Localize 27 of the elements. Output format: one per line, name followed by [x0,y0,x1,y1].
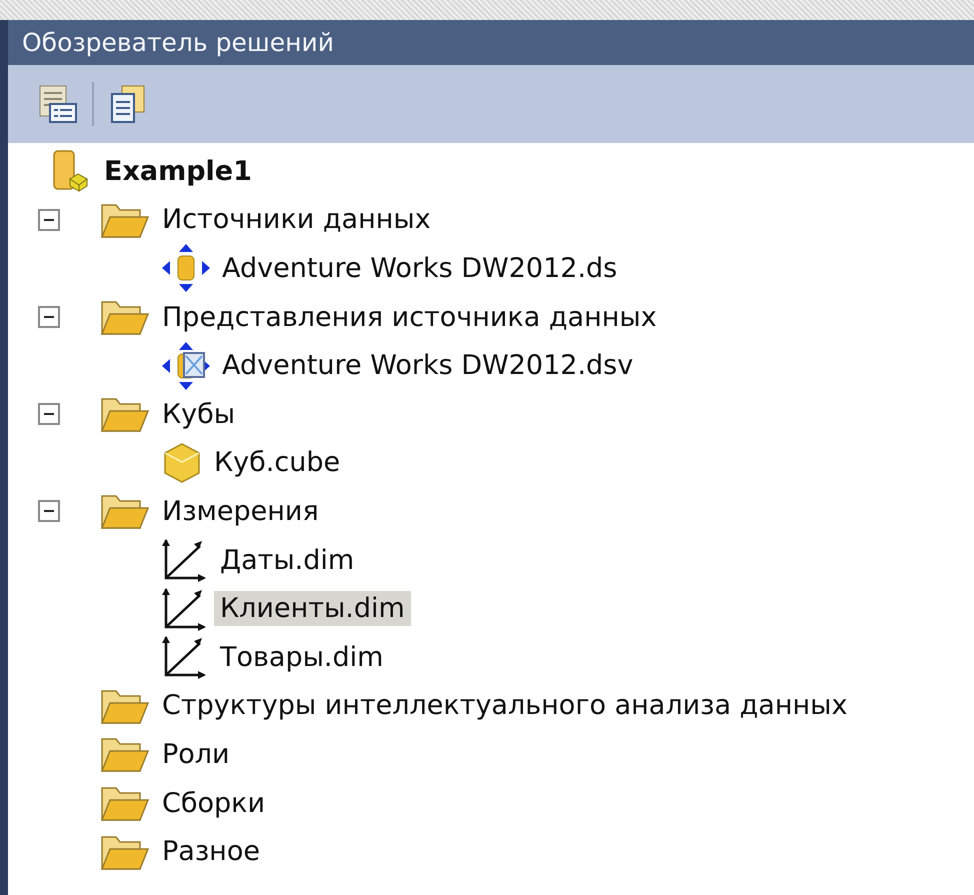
tree-item[interactable]: Кубы [156,396,242,432]
properties-icon [38,84,78,124]
axes-icon [162,538,208,582]
tree-item[interactable]: Example1 [98,154,258,189]
tree-item[interactable]: Adventure Works DW2012.dsv [216,348,640,384]
tree-item[interactable]: Adventure Works DW2012.ds [216,250,624,286]
collapse-toggle[interactable] [38,306,60,328]
data-view-icon [162,342,210,390]
axes-icon [162,635,208,680]
tree-item[interactable]: Даты.dim [214,542,360,578]
axes-icon [162,586,208,631]
cube-icon [162,442,202,484]
tree-item[interactable]: Куб.cube [208,445,346,480]
tree-item[interactable]: Разное [156,834,266,870]
panel-title: Обозреватель решений [22,28,334,57]
tree-item[interactable]: Клиенты.dim [214,591,411,626]
tree-item[interactable]: Измерения [156,494,325,529]
tree-item[interactable]: Сборки [156,786,272,821]
collapse-toggle[interactable] [38,403,60,426]
tree-item[interactable]: Роли [156,736,236,772]
data-source-icon [162,244,210,292]
tree-item[interactable]: Структуры интеллектуального анализа данных [156,688,854,724]
tree-item[interactable]: Источники данных [156,202,437,238]
collapse-toggle[interactable] [38,208,60,231]
tree-item[interactable]: Товары.dim [214,640,390,675]
collapse-toggle[interactable] [38,500,60,522]
tree-item[interactable]: Представления источника данных [156,300,663,335]
